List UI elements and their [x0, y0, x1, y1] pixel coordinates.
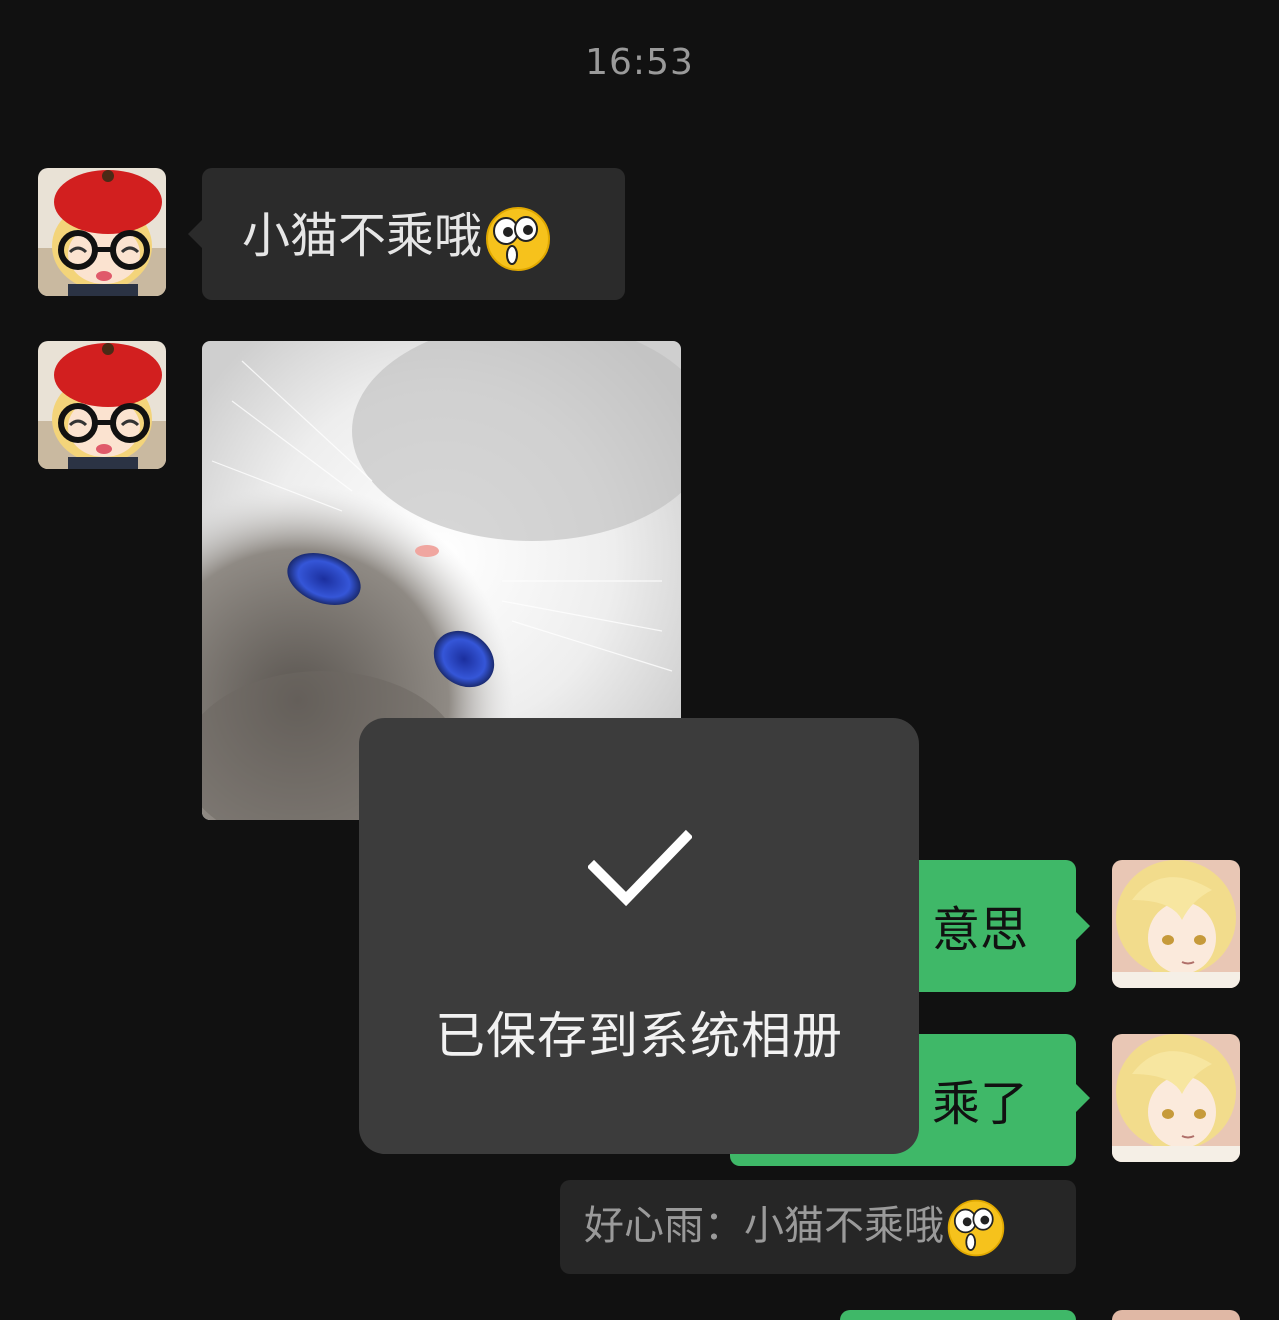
my-avatar[interactable]	[1112, 1310, 1240, 1320]
sender-avatar[interactable]	[38, 168, 166, 296]
bubble-tail	[1076, 1084, 1090, 1112]
quoted-message[interactable]: 好心雨：小猫不乘哦	[560, 1180, 1076, 1274]
my-avatar[interactable]	[1112, 860, 1240, 988]
my-avatar[interactable]	[1112, 1034, 1240, 1162]
avatar-blonde-anime-icon	[1112, 860, 1240, 988]
incoming-text-bubble[interactable]: 小猫不乘哦	[202, 168, 625, 300]
surprised-face-icon	[947, 1199, 1005, 1257]
bubble-tail	[188, 220, 202, 248]
message-text: 乘了	[932, 1076, 1029, 1132]
toast-message: 已保存到系统相册	[435, 1007, 843, 1065]
quote-text: 好心雨：小猫不乘哦	[584, 1203, 944, 1249]
avatar-blonde-anime-icon	[1112, 1034, 1240, 1162]
sender-avatar[interactable]	[38, 341, 166, 469]
bubble-tail	[1076, 912, 1090, 940]
message-timestamp: 16:53	[585, 42, 694, 83]
outgoing-text-bubble[interactable]	[840, 1310, 1076, 1320]
save-success-toast: 已保存到系统相册	[359, 718, 919, 1154]
avatar-girl-red-hat-icon	[38, 341, 166, 469]
message-text: 小猫不乘哦	[242, 208, 483, 264]
surprised-face-icon	[486, 207, 551, 271]
avatar-girl-red-hat-icon	[38, 168, 166, 296]
checkmark-icon	[588, 829, 692, 907]
message-text: 意思	[932, 902, 1029, 958]
